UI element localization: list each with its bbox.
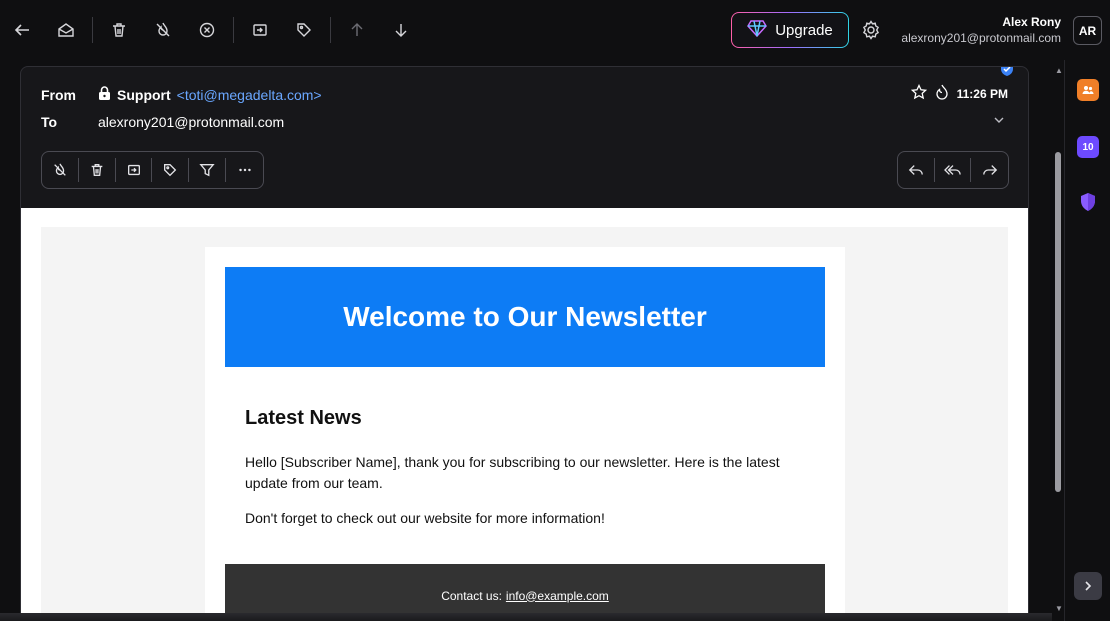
upgrade-button[interactable]: Upgrade: [731, 12, 849, 48]
reply-icon[interactable]: [898, 158, 935, 182]
newsletter-header: Welcome to Our Newsletter: [225, 267, 825, 367]
more-icon[interactable]: [226, 158, 263, 182]
fire-slash-icon[interactable]: [149, 16, 177, 44]
avatar[interactable]: AR: [1073, 16, 1102, 45]
lock-icon: [98, 86, 111, 104]
arrow-down-icon[interactable]: [387, 16, 415, 44]
fire-icon: [935, 84, 949, 103]
trash-icon[interactable]: [105, 16, 133, 44]
recipient-address[interactable]: alexrony201@protonmail.com: [98, 114, 284, 130]
email-body: Welcome to Our Newsletter Latest News He…: [21, 208, 1028, 621]
footer-email-link[interactable]: info@example.com: [506, 589, 609, 603]
gear-icon[interactable]: [857, 16, 885, 44]
star-icon[interactable]: [910, 83, 927, 103]
arrow-up-icon[interactable]: [343, 16, 371, 44]
chevron-down-icon[interactable]: [992, 113, 1006, 132]
top-toolbar: Upgrade Alex Rony alexrony201@protonmail…: [0, 0, 1110, 60]
verified-badge-icon: [1000, 67, 1014, 82]
from-label: From: [41, 87, 76, 103]
move-to-folder-icon[interactable]: [246, 16, 274, 44]
paragraph: Don't forget to check out our website fo…: [245, 510, 605, 526]
toolbar-divider: [92, 17, 93, 43]
section-title: Latest News: [245, 407, 362, 429]
scrollbar-thumb[interactable]: [1055, 152, 1061, 492]
user-email: alexrony201@protonmail.com: [901, 31, 1061, 45]
contacts-icon[interactable]: [1077, 79, 1099, 101]
newsletter-title: Welcome to Our Newsletter: [343, 301, 707, 332]
sender-address[interactable]: <toti@megadelta.com>: [177, 87, 322, 103]
newsletter-content: Latest News Hello [Subscriber Name], tha…: [245, 407, 805, 543]
chevron-right-icon[interactable]: [1074, 572, 1102, 600]
reply-all-icon[interactable]: [935, 158, 972, 182]
message-meta: 11:26 PM: [910, 83, 1008, 103]
move-to-folder-icon[interactable]: [116, 158, 153, 182]
vpn-shield-icon[interactable]: [1077, 191, 1099, 213]
message-actions-left: [41, 151, 264, 189]
diamond-icon: [747, 19, 768, 41]
newsletter-container: Welcome to Our Newsletter Latest News He…: [205, 247, 845, 621]
bottom-edge: [0, 613, 1052, 621]
message-card: From Support <toti@megadelta.com> 11:26 …: [20, 66, 1029, 621]
toolbar-divider: [330, 17, 331, 43]
paragraph: Hello [Subscriber Name], thank you for s…: [245, 454, 780, 491]
tag-icon[interactable]: [152, 158, 190, 182]
envelope-open-icon[interactable]: [52, 16, 80, 44]
calendar-day: 10: [1082, 141, 1094, 153]
upgrade-label: Upgrade: [775, 21, 833, 39]
fire-slash-icon[interactable]: [42, 158, 79, 182]
sender-name: Support: [117, 87, 171, 103]
message-time: 11:26 PM: [956, 86, 1008, 101]
filter-icon[interactable]: [189, 158, 227, 182]
toolbar-divider: [233, 17, 234, 43]
scroll-up-icon[interactable]: ▲: [1055, 66, 1063, 75]
scroll-down-icon[interactable]: ▼: [1055, 604, 1063, 613]
newsletter-background: Welcome to Our Newsletter Latest News He…: [41, 227, 1008, 621]
tag-icon[interactable]: [290, 16, 318, 44]
user-name: Alex Rony: [1002, 15, 1061, 29]
message-actions-right: [897, 151, 1009, 189]
sender[interactable]: Support <toti@megadelta.com>: [98, 86, 322, 104]
close-circle-icon[interactable]: [193, 16, 221, 44]
footer-label: Contact us:: [441, 588, 502, 603]
forward-icon[interactable]: [971, 158, 1008, 182]
calendar-icon[interactable]: 10: [1077, 136, 1099, 158]
back-arrow-icon[interactable]: [8, 16, 36, 44]
to-label: To: [41, 114, 58, 130]
trash-icon[interactable]: [79, 158, 116, 182]
